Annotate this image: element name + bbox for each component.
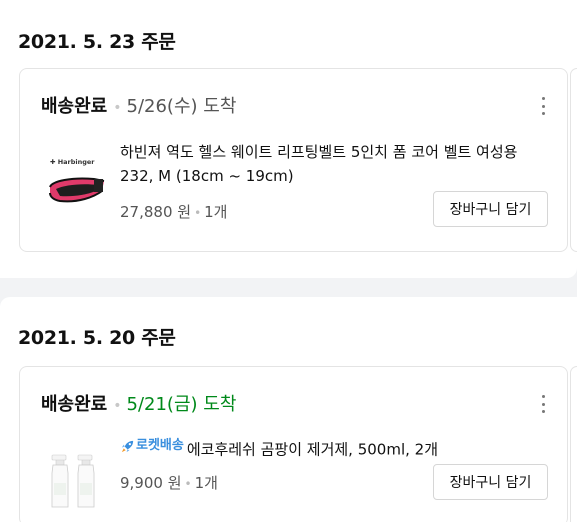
delivery-status-row: 배송완료 • 5/26(수) 도착 — [41, 92, 236, 118]
add-to-cart-button[interactable]: 장바구니 담기 — [433, 464, 548, 500]
order-card: 배송완료 • 5/26(수) 도착 ✚ Harbinger 하빈져 역도 헬스 … — [19, 68, 568, 252]
order-card: 배송완료 • 5/21(금) 도착 로켓배송 에코후레쉬 곰팡이 제거제, 500… — [19, 366, 568, 522]
product-title[interactable]: 로켓배송 에코후레쉬 곰팡이 제거제, 500ml, 2개 — [120, 434, 540, 462]
next-card-edge — [570, 366, 577, 522]
product-title-text: 에코후레쉬 곰팡이 제거제, 500ml, 2개 — [186, 440, 439, 459]
delivery-status: 배송완료 — [41, 96, 108, 117]
arrival-date: 5/21(금) 도착 — [126, 394, 237, 415]
product-quantity: 1개 — [194, 474, 218, 492]
brand-logo-text: ✚ Harbinger — [50, 158, 95, 166]
rocket-badge-label: 로켓배송 — [136, 438, 184, 453]
product-price: 9,900 원 — [120, 474, 182, 492]
order-group: 2021. 5. 20 주문 배송완료 • 5/21(금) 도착 로켓배송 에코후… — [0, 297, 577, 522]
order-date: 2021. 5. 23 주문 — [18, 31, 176, 53]
price-quantity: 27,880 원 • 1개 — [120, 201, 227, 222]
more-options-icon[interactable] — [535, 95, 551, 117]
rocket-icon — [121, 440, 134, 452]
order-date: 2021. 5. 20 주문 — [18, 327, 176, 349]
delivery-status-row: 배송완료 • 5/21(금) 도착 — [41, 390, 236, 416]
separator-dot: • — [113, 100, 122, 116]
arrival-date: 5/26(수) 도착 — [126, 96, 237, 117]
product-price: 27,880 원 — [120, 203, 192, 221]
weightlifting-belt-icon[interactable]: ✚ Harbinger — [42, 151, 112, 221]
order-group: 2021. 5. 23 주문 배송완료 • 5/26(수) 도착 ✚ Harbi… — [0, 0, 577, 278]
separator-dot: • — [113, 398, 122, 414]
product-title[interactable]: 하빈져 역도 헬스 웨이트 리프팅벨트 5인치 폼 코어 벨트 여성용 232,… — [120, 140, 552, 188]
separator-dot: • — [194, 206, 202, 220]
spray-bottles-icon[interactable] — [42, 443, 112, 513]
separator-dot: • — [184, 477, 192, 491]
price-quantity: 9,900 원 • 1개 — [120, 472, 218, 493]
add-to-cart-button[interactable]: 장바구니 담기 — [433, 191, 548, 227]
product-quantity: 1개 — [204, 203, 228, 221]
delivery-status: 배송완료 — [41, 394, 108, 415]
more-options-icon[interactable] — [535, 393, 551, 415]
rocket-delivery-badge: 로켓배송 — [120, 434, 184, 458]
next-card-edge — [570, 68, 577, 252]
